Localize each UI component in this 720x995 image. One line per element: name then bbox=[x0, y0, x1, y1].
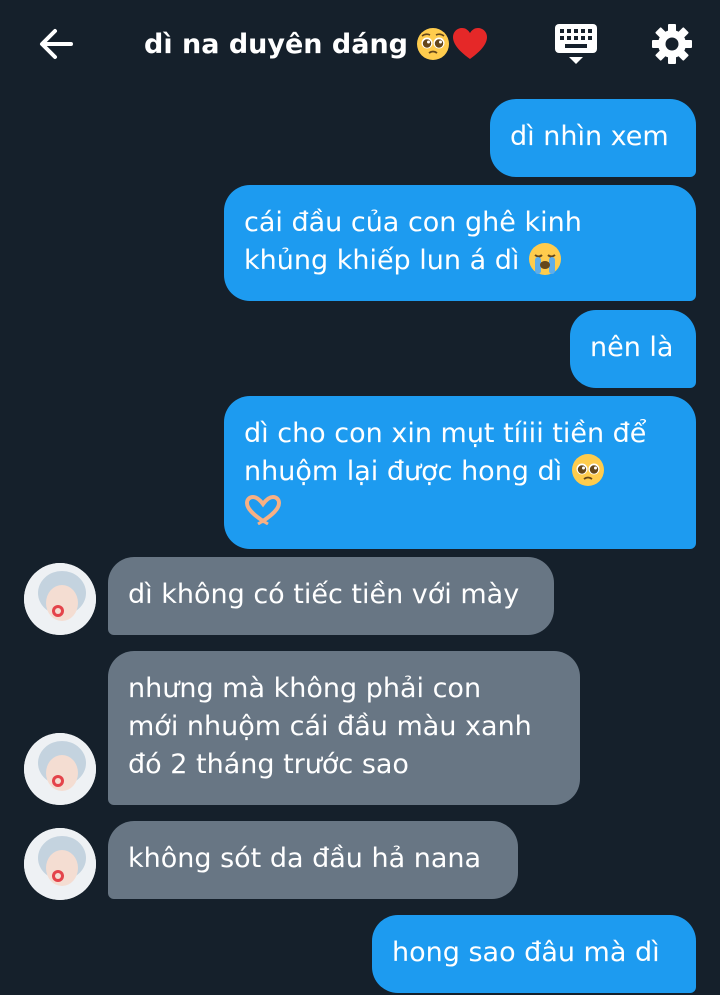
keyboard-icon bbox=[555, 24, 597, 64]
chat-header: dì na duyên dáng bbox=[0, 0, 720, 88]
pleading-face-emoji-icon bbox=[417, 28, 450, 60]
message-text: nên là bbox=[590, 332, 674, 363]
message-text-line: khủng khiếp lun á dì bbox=[244, 245, 520, 276]
back-button[interactable] bbox=[36, 24, 76, 64]
message-bubble-outgoing[interactable]: cái đầu của con ghê kinh khủng khiếp lun… bbox=[224, 185, 696, 301]
pleading-face-emoji-icon bbox=[571, 454, 604, 486]
conversation-title: dì na duyên dáng bbox=[144, 22, 488, 66]
message-text: không sót da đầu hả nana bbox=[128, 843, 482, 874]
red-heart-emoji-icon bbox=[453, 28, 488, 59]
message-bubble-outgoing[interactable]: nên là bbox=[570, 310, 696, 388]
avatar[interactable] bbox=[24, 563, 96, 635]
keyboard-button[interactable] bbox=[553, 22, 599, 66]
message-text: dì nhìn xem bbox=[510, 121, 669, 152]
message-text: hong sao đâu mà dì bbox=[392, 937, 660, 968]
loudly-crying-face-emoji-icon bbox=[528, 243, 561, 275]
message-bubble-outgoing[interactable]: dì nhìn xem bbox=[490, 99, 696, 177]
message-text-line: nhưng mà không phải con bbox=[128, 673, 482, 704]
avatar-image bbox=[24, 563, 96, 635]
message-bubble-incoming[interactable]: không sót da đầu hả nana bbox=[108, 821, 518, 899]
message-text: dì không có tiếc tiền với mày bbox=[128, 579, 520, 610]
gear-icon bbox=[652, 24, 692, 64]
avatar[interactable] bbox=[24, 828, 96, 900]
settings-button[interactable] bbox=[650, 22, 694, 66]
message-text-line: mới nhuộm cái đầu màu xanh bbox=[128, 711, 532, 742]
message-text-line: đó 2 tháng trước sao bbox=[128, 749, 409, 780]
avatar-image bbox=[24, 828, 96, 900]
avatar[interactable] bbox=[24, 733, 96, 805]
back-arrow-icon bbox=[40, 29, 73, 59]
message-bubble-incoming[interactable]: dì không có tiếc tiền với mày bbox=[108, 557, 554, 635]
conversation-title-text: dì na duyên dáng bbox=[144, 28, 409, 60]
message-bubble-incoming[interactable]: nhưng mà không phải con mới nhuộm cái đầ… bbox=[108, 651, 580, 805]
message-bubble-outgoing[interactable]: dì cho con xin mụt tíiii tiền để nhuộm l… bbox=[224, 396, 696, 549]
avatar-image bbox=[24, 733, 96, 805]
message-text-line: cái đầu của con ghê kinh bbox=[244, 207, 582, 238]
message-bubble-outgoing[interactable]: hong sao đâu mà dì bbox=[372, 915, 696, 993]
heart-hands-emoji-icon bbox=[244, 495, 282, 525]
message-text-line: dì cho con xin mụt tíiii tiền để bbox=[244, 418, 647, 449]
message-text-line: nhuộm lại được hong dì bbox=[244, 456, 563, 487]
title-emojis bbox=[416, 27, 488, 61]
